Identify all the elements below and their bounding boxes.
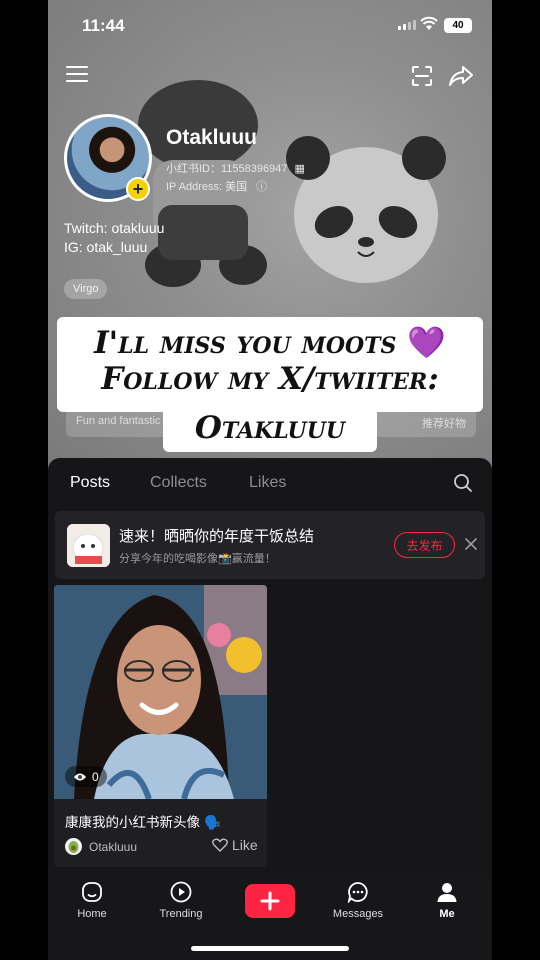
tab-likes[interactable]: Likes xyxy=(249,474,286,492)
person-icon xyxy=(437,883,457,902)
like-label: Like xyxy=(232,837,258,853)
post-card[interactable]: 0 康康我的小红书新头像 🗣️ Otakluuu Like xyxy=(54,585,267,867)
share-icon[interactable] xyxy=(448,64,474,88)
feature-card-label: 推荐好物 xyxy=(422,418,466,430)
overlay-username-sticker: Otakluuu xyxy=(163,404,377,452)
nav-messages[interactable]: Messages xyxy=(323,881,393,920)
post-author[interactable]: Otakluuu xyxy=(65,838,137,855)
heart-icon xyxy=(212,838,228,852)
wifi-icon xyxy=(420,16,438,30)
bottom-navigation: Home Trending Messages Me xyxy=(48,875,492,960)
overlay-line: I'll miss you moots 💜 xyxy=(94,325,446,361)
profile-ip-address: IP Address: 美国 ⓘ xyxy=(166,178,267,194)
nav-trending[interactable]: Trending xyxy=(146,881,216,920)
nav-me[interactable]: Me xyxy=(412,881,482,920)
background-panda-figure xyxy=(286,136,446,283)
publish-button[interactable]: 去发布 xyxy=(394,532,455,558)
promo-subtitle: 分享今年的吃喝影像📸赢流量！ xyxy=(119,552,276,565)
chat-bubble-icon xyxy=(347,882,368,904)
profile-tabs: Posts Collects Likes xyxy=(48,474,492,515)
content-panel: Posts Collects Likes 速来！晒晒你的年度干饭总结 分享今年的… xyxy=(48,458,492,878)
add-avatar-plus-icon[interactable]: + xyxy=(126,177,150,201)
close-icon[interactable] xyxy=(464,537,478,551)
ip-address-text: IP Address: 美国 xyxy=(166,181,248,193)
profile-tag[interactable]: Virgo xyxy=(64,279,108,299)
nav-label: Me xyxy=(439,908,455,920)
status-time: 11:44 xyxy=(82,16,125,35)
feature-card-label: Fun and fantastic xyxy=(76,415,161,427)
promo-title: 速来！晒晒你的年度干饭总结 xyxy=(119,527,315,545)
info-icon[interactable]: ⓘ xyxy=(256,181,267,193)
eye-icon xyxy=(74,773,86,780)
battery-icon: 40 xyxy=(444,18,472,33)
search-icon[interactable] xyxy=(453,473,473,493)
post-title[interactable]: 康康我的小红书新头像 🗣️ xyxy=(65,811,221,831)
like-button[interactable]: Like xyxy=(212,837,258,853)
nav-label: Home xyxy=(77,908,107,920)
view-count-value: 0 xyxy=(92,769,99,784)
overlay-caption-sticker: I'll miss you moots 💜 Follow my X/twiite… xyxy=(57,317,483,412)
bio-line: Twitch: otakluuu xyxy=(64,220,165,236)
nav-label: Messages xyxy=(332,908,384,920)
menu-icon[interactable] xyxy=(66,66,88,86)
scan-icon[interactable] xyxy=(410,64,434,88)
create-post-button[interactable] xyxy=(245,884,295,918)
purple-heart-emoji: 💜 xyxy=(407,325,446,361)
overlay-line: Follow my X/twiiter: xyxy=(101,361,439,397)
battery-level: 40 xyxy=(445,19,471,32)
home-indicator[interactable] xyxy=(191,946,349,951)
promo-thumbnail xyxy=(67,524,110,567)
status-bar: 11:44 40 xyxy=(48,0,492,52)
author-avatar-icon xyxy=(65,838,82,855)
author-name: Otakluuu xyxy=(89,839,138,854)
home-icon xyxy=(82,882,102,902)
profile-bio: Twitch: otakluuu IG: otak_luuu xyxy=(64,219,164,257)
phone-screen: 11:44 40 + Otakluuu 小红书ID：11558396947 ▦ … xyxy=(48,0,492,960)
plus-icon xyxy=(260,891,280,911)
view-count: 0 xyxy=(65,766,107,787)
tab-posts[interactable]: Posts xyxy=(70,474,110,492)
bio-line: IG: otak_luuu xyxy=(64,239,148,255)
qr-code-icon[interactable]: ▦ xyxy=(295,163,305,175)
promo-banner[interactable]: 速来！晒晒你的年度干饭总结 分享今年的吃喝影像📸赢流量！ 去发布 xyxy=(55,511,485,579)
nav-label: Trending xyxy=(159,908,203,920)
profile-user-id[interactable]: 小红书ID：11558396947 ▦ xyxy=(166,160,305,176)
profile-name: Otakluuu xyxy=(166,126,258,149)
tab-collects[interactable]: Collects xyxy=(150,474,207,492)
cellular-signal-icon xyxy=(398,20,416,30)
post-image[interactable]: 0 xyxy=(54,585,267,801)
play-circle-icon xyxy=(170,881,192,903)
user-id-text: 小红书ID：11558396947 xyxy=(166,163,288,175)
nav-home[interactable]: Home xyxy=(57,881,127,920)
